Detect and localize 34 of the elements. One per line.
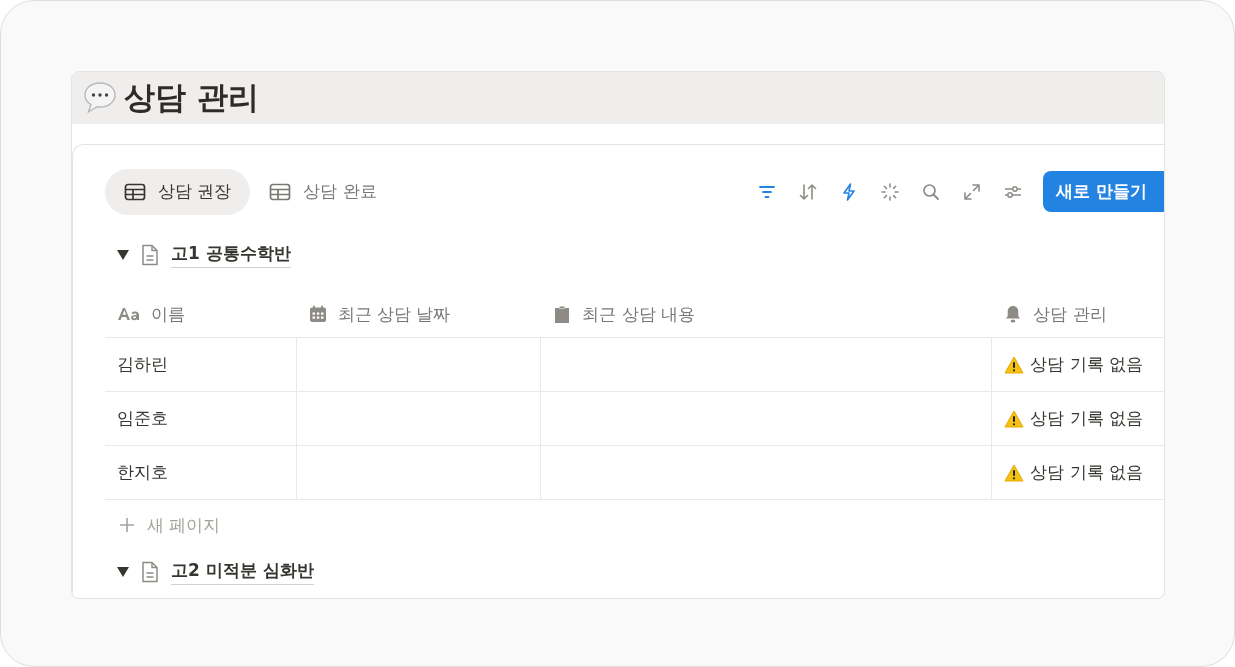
column-header[interactable]: 최근 상담 내용 (582, 302, 695, 326)
new-button[interactable]: 새로 만들기 (1043, 171, 1164, 212)
collapse-triangle-icon[interactable] (117, 567, 129, 577)
group-title[interactable]: 고1 공통수학반 (171, 242, 291, 268)
page-icon (141, 561, 159, 583)
table-icon (124, 182, 146, 201)
table-cell: 한지호 (117, 461, 168, 484)
speech-bubble-icon (82, 80, 118, 116)
plus-icon (119, 517, 135, 533)
status-text: 상담 기록 없음 (1030, 461, 1144, 484)
page-icon (141, 244, 159, 266)
collapse-triangle-icon[interactable] (117, 250, 129, 260)
sort-arrows-icon[interactable] (798, 181, 819, 202)
table-cell: 임준호 (117, 407, 168, 430)
warning-icon (1004, 409, 1025, 428)
text-aa-icon (117, 306, 141, 322)
column-header[interactable]: 상담 관리 (1033, 302, 1107, 326)
column-header[interactable]: 이름 (151, 302, 185, 326)
warning-icon (1004, 463, 1025, 482)
sparkle-icon[interactable] (880, 181, 901, 202)
view-tab[interactable]: 상담 완료 (250, 168, 396, 215)
page-title: 상담 관리 (124, 78, 259, 117)
column-header[interactable]: 최근 상담 날짜 (337, 302, 451, 326)
calendar-icon (307, 304, 328, 324)
status-text: 상담 기록 없음 (1030, 407, 1144, 430)
table-cell: 김하린 (117, 353, 168, 376)
expand-icon[interactable] (962, 181, 983, 202)
view-tab[interactable]: 상담 권장 (105, 168, 251, 215)
group-title[interactable]: 고2 미적분 심화반 (171, 559, 314, 585)
search-icon[interactable] (921, 181, 942, 202)
new-page-link[interactable]: 새 페이지 (147, 513, 221, 537)
table-icon (269, 182, 292, 201)
warning-icon (1004, 355, 1025, 374)
status-text: 상담 기록 없음 (1030, 353, 1144, 376)
